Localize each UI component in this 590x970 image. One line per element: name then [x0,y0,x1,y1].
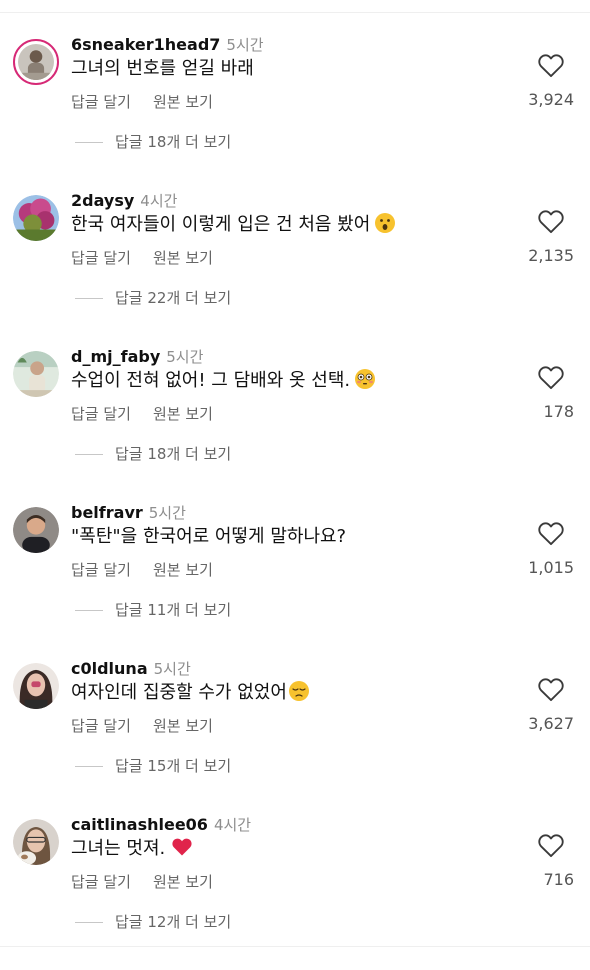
username-link[interactable]: c0ldluna [71,659,148,678]
replies-divider-line [75,298,103,299]
reply-button[interactable]: 답글 달기 [71,717,131,735]
reply-button[interactable]: 답글 달기 [71,873,131,891]
red-heart-emoji [171,836,193,858]
comment-body: "폭탄"을 한국어로 어떻게 말하나요? [71,526,347,547]
comment-header: d_mj_faby 5시간 [71,346,203,368]
view-replies-button[interactable]: 답글 22개 더 보기 [75,287,231,309]
flower-tree-avatar-icon[interactable] [13,195,59,241]
like-count: 1,015 [528,558,574,577]
comment-text: 수업이 전혀 없어! 그 담배와 옷 선택. [71,366,376,396]
username-link[interactable]: d_mj_faby [71,347,160,366]
comment-header: c0ldluna 5시간 [71,658,191,680]
comment-item: 2daysy 4시간 한국 여자들이 이렇게 입은 건 처음 봤어 답글 달기 원본… [0,190,590,346]
view-replies-label: 답글 11개 더 보기 [115,601,232,619]
comment-actions: 답글 달기 원본 보기 [71,559,213,581]
view-replies-button[interactable]: 답글 11개 더 보기 [75,599,231,621]
like-count: 178 [543,402,574,421]
see-original-button[interactable]: 원본 보기 [153,405,213,423]
like-count: 3,627 [528,714,574,733]
comment-header: caitlinashlee06 4시간 [71,814,251,836]
view-replies-label: 답글 18개 더 보기 [115,133,232,151]
like-count: 716 [543,870,574,889]
comment-body: 수업이 전혀 없어! 그 담배와 옷 선택. [71,370,351,391]
replies-divider-line [75,454,103,455]
comment-header: 2daysy 4시간 [71,190,177,212]
top-divider [0,12,590,13]
comment-timestamp: 4시간 [140,192,178,210]
comment-actions: 답글 달기 원본 보기 [71,403,213,425]
heart-icon[interactable] [537,52,565,78]
comment-body: 그녀는 멋져. [71,838,166,859]
user-avatar-icon[interactable] [13,39,59,85]
reply-button[interactable]: 답글 달기 [71,561,131,579]
heart-icon[interactable] [537,676,565,702]
like-count: 3,924 [528,90,574,109]
user-avatar-icon[interactable] [13,663,59,709]
view-replies-button[interactable]: 답글 15개 더 보기 [75,755,231,777]
user-avatar-icon[interactable] [13,819,59,865]
comment-actions: 답글 달기 원본 보기 [71,91,213,113]
pensive-face-emoji [288,680,310,702]
heart-icon[interactable] [537,832,565,858]
view-replies-button[interactable]: 답글 12개 더 보기 [75,911,231,933]
replies-divider-line [75,922,103,923]
like-count: 2,135 [528,246,574,265]
comment-item: 6sneaker1head7 5시간 그녀의 번호를 얻길 바래 답글 달기 원본 … [0,34,590,190]
comment-timestamp: 5시간 [166,348,204,366]
view-replies-label: 답글 15개 더 보기 [115,757,232,775]
comment-actions: 답글 달기 원본 보기 [71,871,213,893]
comment-header: belfravr 5시간 [71,502,186,524]
comment-item: d_mj_faby 5시간 수업이 전혀 없어! 그 담배와 옷 선택. 답글 달… [0,346,590,502]
user-avatar-icon[interactable] [13,351,59,397]
comment-header: 6sneaker1head7 5시간 [71,34,264,56]
comment-body: 한국 여자들이 이렇게 입은 건 처음 봤어 [71,214,371,235]
comment-timestamp: 5시간 [226,36,264,54]
comment-timestamp: 5시간 [148,504,186,522]
astonished-face-emoji [374,212,396,234]
username-link[interactable]: caitlinashlee06 [71,815,208,834]
username-link[interactable]: 6sneaker1head7 [71,35,220,54]
comment-body: 여자인데 집중할 수가 없었어 [71,682,287,703]
heart-icon[interactable] [537,208,565,234]
view-replies-label: 답글 12개 더 보기 [115,913,232,931]
comment-timestamp: 4시간 [213,816,252,834]
comment-text: 한국 여자들이 이렇게 입은 건 처음 봤어 [71,210,396,240]
flushed-face-emoji [354,368,376,390]
reply-button[interactable]: 답글 달기 [71,93,131,111]
replies-divider-line [75,766,103,767]
user-avatar-icon[interactable] [13,507,59,553]
see-original-button[interactable]: 원본 보기 [153,717,213,735]
username-link[interactable]: 2daysy [71,191,134,210]
comment-text: 그녀는 멋져. [71,834,193,864]
bottom-divider [0,946,590,947]
heart-icon[interactable] [537,520,565,546]
view-replies-button[interactable]: 답글 18개 더 보기 [75,131,231,153]
view-replies-label: 답글 18개 더 보기 [115,445,232,463]
comment-body: 그녀의 번호를 얻길 바래 [71,58,254,79]
comment-item: c0ldluna 5시간 여자인데 집중할 수가 없었어 답글 달기 원본 보기 3… [0,658,590,814]
comment-item: belfravr 5시간 "폭탄"을 한국어로 어떻게 말하나요? 답글 달기 원본… [0,502,590,658]
see-original-button[interactable]: 원본 보기 [153,561,213,579]
reply-button[interactable]: 답글 달기 [71,249,131,267]
comment-text: 여자인데 집중할 수가 없었어 [71,678,310,708]
heart-icon[interactable] [537,364,565,390]
comment-text: 그녀의 번호를 얻길 바래 [71,54,254,84]
see-original-button[interactable]: 원본 보기 [153,93,213,111]
comment-actions: 답글 달기 원본 보기 [71,715,213,737]
see-original-button[interactable]: 원본 보기 [153,873,213,891]
comment-actions: 답글 달기 원본 보기 [71,247,213,269]
replies-divider-line [75,610,103,611]
replies-divider-line [75,142,103,143]
comment-timestamp: 5시간 [153,660,191,678]
reply-button[interactable]: 답글 달기 [71,405,131,423]
view-replies-label: 답글 22개 더 보기 [115,289,232,307]
comment-text: "폭탄"을 한국어로 어떻게 말하나요? [71,522,346,552]
username-link[interactable]: belfravr [71,503,143,522]
view-replies-button[interactable]: 답글 18개 더 보기 [75,443,231,465]
see-original-button[interactable]: 원본 보기 [153,249,213,267]
